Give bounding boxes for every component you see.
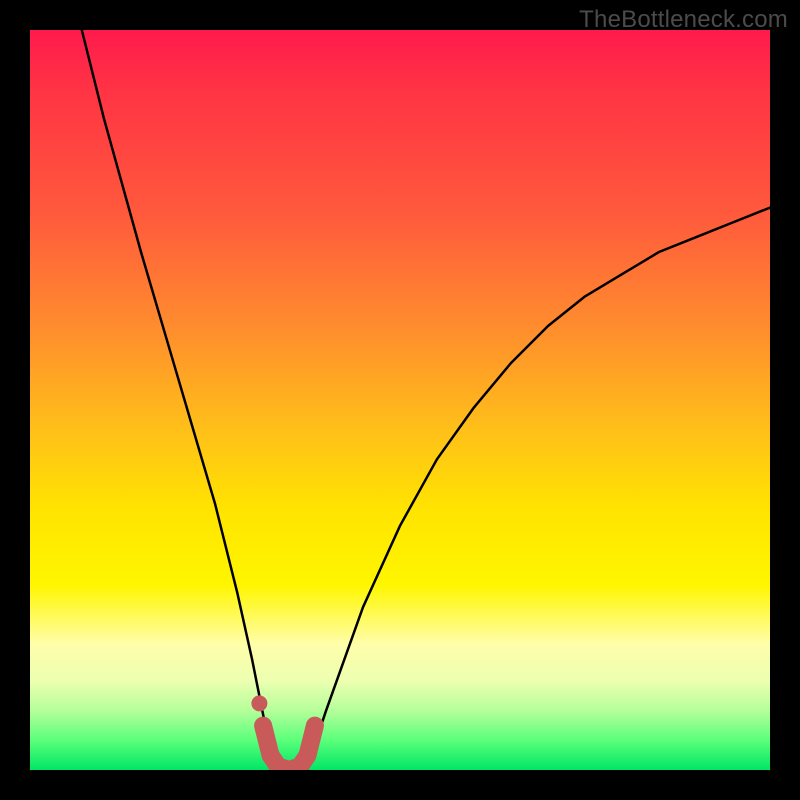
- bottleneck-curve: [82, 30, 770, 770]
- curve-svg: [30, 30, 770, 770]
- highlight-marker: [251, 695, 267, 711]
- highlight-segment: [263, 726, 315, 770]
- chart-frame: TheBottleneck.com: [0, 0, 800, 800]
- plot-area: [30, 30, 770, 770]
